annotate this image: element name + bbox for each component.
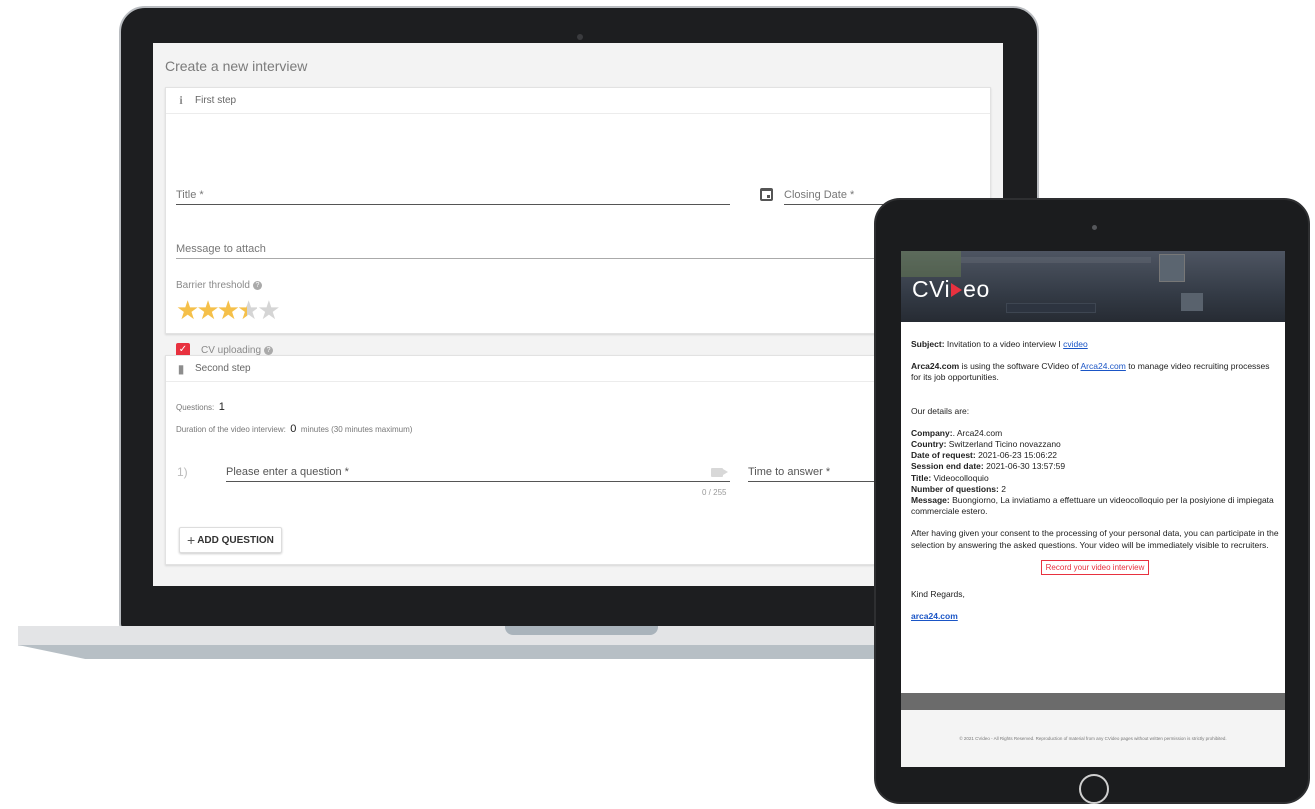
laptop-camera — [577, 34, 583, 40]
question-input[interactable]: Please enter a question * — [226, 466, 730, 482]
title-label: Title: — [911, 472, 932, 483]
title-placeholder: Title * — [176, 189, 204, 201]
laptop-notch — [505, 626, 658, 635]
message-label: Message: — [911, 495, 950, 506]
intro-company: Arca24.com — [911, 361, 960, 372]
logo-text-right: eo — [963, 276, 990, 302]
hero-background-shape — [1159, 254, 1185, 282]
detail-country: Country: Switzerland Ticino novazzano — [911, 439, 1279, 450]
plus-icon: + — [187, 532, 196, 548]
record-wrap: Record your video interview — [911, 559, 1279, 576]
message-input[interactable]: Message to attach — [176, 243, 990, 259]
company-label: Company: — [911, 427, 953, 438]
barrier-rating[interactable]: ★★★★★ — [176, 295, 281, 325]
session-label: Session end date: — [911, 461, 984, 472]
details-heading: Our details are: — [911, 405, 970, 416]
questions-label: Questions: — [176, 403, 215, 412]
tablet-home-button[interactable] — [1079, 774, 1109, 804]
char-counter: 0 / 255 — [702, 488, 727, 497]
first-step-header: i First step — [166, 88, 990, 114]
message-placeholder: Message to attach — [176, 243, 266, 255]
hero-background-shape — [961, 257, 1151, 263]
hero-background-shape — [1006, 303, 1096, 313]
intro-text-1: is using the software CVideo of — [961, 361, 1079, 372]
tablet-frame: CVi eo Subject: Invitation to a video int… — [874, 198, 1310, 804]
title-input[interactable]: Title * — [176, 189, 730, 205]
num-questions-label: Number of questions: — [911, 483, 999, 494]
email-intro: Arca24.com is using the software CVideo … — [911, 361, 1279, 383]
detail-session-end: Session end date: 2021-06-30 13:57:59 — [911, 461, 1279, 472]
email-footer: © 2021 CVideo - All Rights Reserved. Rep… — [901, 710, 1285, 767]
help-icon[interactable]: ? — [264, 345, 274, 355]
detail-message: Message: Buongiorno, La inviatiamo a eff… — [911, 495, 1279, 517]
detail-title: Title: Videocolloquio — [911, 473, 1279, 484]
email-subject: Subject: Invitation to a video interview… — [911, 339, 1279, 350]
help-icon[interactable]: ? — [252, 280, 262, 290]
details-list: Company:. Arca24.com Country: Switzerlan… — [911, 428, 1279, 518]
detail-request-date: Date of request: 2021-06-23 15:06:22 — [911, 450, 1279, 461]
request-value: 2021-06-23 15:06:22 — [978, 450, 1058, 461]
hero-background-shape — [901, 251, 961, 277]
message-value: Buongiorno, La inviatiamo a effettuare u… — [911, 495, 1274, 517]
company-value: . Arca24.com — [952, 427, 1003, 438]
star-icon[interactable]: ★ — [176, 295, 199, 325]
regards-text: Kind Regards, — [911, 589, 965, 600]
duration-info: Duration of the video interview: 0 minut… — [176, 419, 412, 437]
first-step-title: First step — [195, 95, 237, 106]
subject-label: Subject: — [911, 339, 945, 349]
record-interview-button[interactable]: Record your video interview — [1040, 559, 1150, 576]
calendar-icon[interactable] — [760, 188, 773, 201]
closing-date-placeholder: Closing Date * — [784, 189, 855, 201]
logo-text-left: CVi — [912, 276, 951, 302]
session-value: 2021-06-30 13:57:59 — [986, 461, 1066, 472]
email-divider-bar — [901, 693, 1285, 710]
email-hero-banner: CVi eo — [901, 251, 1285, 322]
add-question-button[interactable]: + ADD QUESTION — [179, 527, 282, 553]
star-empty-icon[interactable]: ★ — [257, 295, 280, 325]
signature-link[interactable]: arca24.com — [911, 611, 958, 621]
detail-company: Company:. Arca24.com — [911, 428, 1279, 439]
duration-label: Duration of the video interview: — [176, 425, 286, 434]
info-icon: i — [179, 93, 183, 107]
barrier-threshold-label: Barrier threshold? — [176, 280, 262, 291]
hero-background-shape — [1181, 293, 1203, 311]
second-step-header: ▮ Second step — [166, 356, 990, 382]
first-step-card: i First step Title * Closing Date * Mess… — [165, 87, 991, 357]
country-value: Switzerland Ticino novazzano — [948, 439, 1061, 450]
email-body: Subject: Invitation to a video interview… — [911, 339, 1279, 633]
tablet-camera — [1092, 225, 1097, 230]
time-to-answer-placeholder: Time to answer * — [748, 466, 831, 478]
num-questions-value: 2 — [1001, 483, 1006, 494]
cvideo-logo: CVi eo — [912, 276, 990, 303]
detail-question-count: Number of questions: 2 — [911, 484, 1279, 495]
questions-count: Questions: 1 — [176, 397, 225, 415]
add-question-label: ADD QUESTION — [197, 534, 274, 546]
question-placeholder: Please enter a question * — [226, 466, 349, 478]
subject-link[interactable]: cvideo — [1063, 339, 1088, 349]
second-step-title: Second step — [195, 363, 251, 374]
duration-suffix: minutes (30 minutes maximum) — [300, 425, 413, 434]
barrier-threshold-text: Barrier threshold — [176, 280, 250, 291]
duration-value: 0 — [290, 423, 297, 435]
subject-text: Invitation to a video interview I — [946, 339, 1061, 349]
star-half-icon[interactable]: ★ — [237, 295, 260, 325]
country-label: Country: — [911, 439, 947, 450]
star-icon[interactable]: ★ — [196, 295, 219, 325]
request-label: Date of request: — [911, 450, 976, 461]
questions-value: 1 — [218, 401, 225, 413]
video-camera-icon[interactable] — [711, 468, 728, 477]
question-number: 1) — [177, 465, 188, 479]
intro-link[interactable]: Arca24.com — [1081, 361, 1126, 371]
page-title: Create a new interview — [165, 58, 308, 74]
second-step-card: ▮ Second step Questions: 1 Duration of t… — [165, 355, 991, 565]
play-icon — [951, 283, 963, 297]
title-value: Videocolloquio — [933, 472, 989, 483]
consent-text: After having given your consent to the p… — [911, 528, 1279, 550]
comment-icon: ▮ — [177, 361, 185, 376]
email-preview: CVi eo Subject: Invitation to a video int… — [901, 251, 1285, 767]
star-icon[interactable]: ★ — [217, 295, 240, 325]
